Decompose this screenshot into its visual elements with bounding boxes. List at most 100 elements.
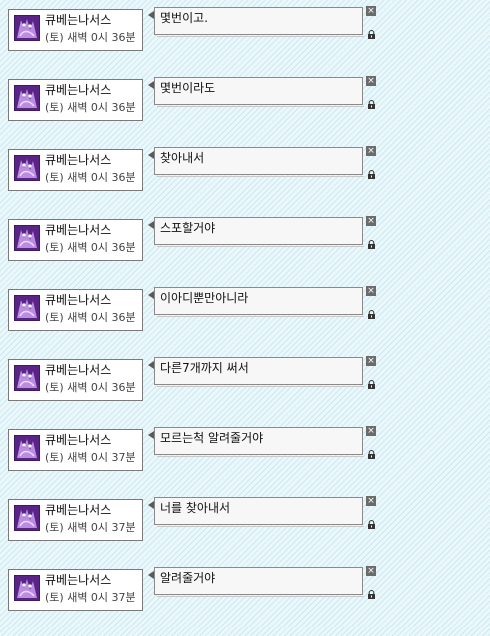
username[interactable]: 큐베는나서스 [45,503,111,517]
timestamp: (토) 새벽 0시 36분 [45,101,136,114]
message-entry: 큐베는나서스 (토) 새벽 0시 37분 알려줄거야 × [0,566,490,636]
message-entry: 큐베는나서스 (토) 새벽 0시 36분 스포할거야 × [0,216,490,286]
bubble-pointer [148,501,154,509]
bubble-pointer [148,291,154,299]
close-icon[interactable]: × [366,286,376,296]
lock-icon[interactable] [367,514,376,529]
profile-card: 큐베는나서스 (토) 새벽 0시 37분 [8,499,143,541]
bubble-shadow [157,526,364,527]
profile-card: 큐베는나서스 (토) 새벽 0시 36분 [8,219,143,261]
bubble-pointer [148,221,154,229]
bubble-shadow [157,456,364,457]
message-text: 스포할거야 [160,221,216,235]
message-entry: 큐베는나서스 (토) 새벽 0시 36분 다른7개까지 써서 × [0,356,490,426]
bubble-pointer [148,151,154,159]
message-feed: 큐베는나서스 (토) 새벽 0시 36분 몇번이고. × 큐베는나서스 (토) … [0,0,490,627]
lock-icon[interactable] [367,374,376,389]
username[interactable]: 큐베는나서스 [45,13,111,27]
profile-card: 큐베는나서스 (토) 새벽 0시 36분 [8,289,143,331]
close-icon[interactable]: × [366,426,376,436]
message-entry: 큐베는나서스 (토) 새벽 0시 36분 몇번이라도 × [0,76,490,146]
avatar-image [15,506,39,530]
bubble-pointer [148,571,154,579]
username[interactable]: 큐베는나서스 [45,433,111,447]
message-bubble: 알려줄거야 [148,567,363,595]
username[interactable]: 큐베는나서스 [45,363,111,377]
message-entry: 큐베는나서스 (토) 새벽 0시 36분 찾아내서 × [0,146,490,216]
message-text: 다른7개까지 써서 [160,361,249,375]
message-text: 모르는척 알려줄거야 [160,431,264,445]
avatar-image [15,366,39,390]
lock-icon[interactable] [367,94,376,109]
message-entry: 큐베는나서스 (토) 새벽 0시 36분 이아디뿐만아니라 × [0,286,490,356]
lock-icon[interactable] [367,444,376,459]
message-entry: 큐베는나서스 (토) 새벽 0시 37분 모르는척 알려줄거야 × [0,426,490,496]
close-icon[interactable]: × [366,76,376,86]
lock-icon[interactable] [367,164,376,179]
profile-card: 큐베는나서스 (토) 새벽 0시 36분 [8,9,143,51]
timestamp: (토) 새벽 0시 36분 [45,171,136,184]
close-icon[interactable]: × [366,216,376,226]
close-icon[interactable]: × [366,496,376,506]
profile-card: 큐베는나서스 (토) 새벽 0시 37분 [8,429,143,471]
bubble-shadow [157,386,364,387]
message-text: 이아디뿐만아니라 [160,291,249,305]
username[interactable]: 큐베는나서스 [45,293,111,307]
timestamp: (토) 새벽 0시 36분 [45,241,136,254]
timestamp: (토) 새벽 0시 36분 [45,381,136,394]
message-text: 몇번이고. [160,11,208,25]
bubble-shadow [157,176,364,177]
message-bubble: 스포할거야 [148,217,363,245]
avatar[interactable] [14,85,40,111]
bubble-pointer [148,431,154,439]
avatar[interactable] [14,365,40,391]
avatar[interactable] [14,435,40,461]
username[interactable]: 큐베는나서스 [45,83,111,97]
avatar[interactable] [14,295,40,321]
close-icon[interactable]: × [366,146,376,156]
message-bubble: 몇번이고. [148,7,363,35]
bubble-shadow [157,246,364,247]
lock-icon[interactable] [367,24,376,39]
close-icon[interactable]: × [366,356,376,366]
bubble-pointer [148,361,154,369]
timestamp: (토) 새벽 0시 37분 [45,451,136,464]
message-entry: 큐베는나서스 (토) 새벽 0시 36분 몇번이고. × [0,6,490,76]
timestamp: (토) 새벽 0시 36분 [45,31,136,44]
lock-icon[interactable] [367,584,376,599]
message-bubble: 다른7개까지 써서 [148,357,363,385]
message-text: 몇번이라도 [160,81,216,95]
avatar[interactable] [14,505,40,531]
bubble-shadow [157,596,364,597]
profile-card: 큐베는나서스 (토) 새벽 0시 36분 [8,149,143,191]
message-text: 알려줄거야 [160,571,216,585]
avatar-image [15,86,39,110]
avatar[interactable] [14,155,40,181]
avatar[interactable] [14,575,40,601]
lock-icon[interactable] [367,304,376,319]
close-icon[interactable]: × [366,566,376,576]
username[interactable]: 큐베는나서스 [45,573,111,587]
message-bubble: 몇번이라도 [148,77,363,105]
username[interactable]: 큐베는나서스 [45,153,111,167]
bubble-pointer [148,11,154,19]
message-text: 너를 찾아내서 [160,501,231,515]
message-bubble: 이아디뿐만아니라 [148,287,363,315]
avatar-image [15,576,39,600]
bubble-shadow [157,36,364,37]
timestamp: (토) 새벽 0시 36분 [45,311,136,324]
message-entry: 큐베는나서스 (토) 새벽 0시 37분 너를 찾아내서 × [0,496,490,566]
avatar[interactable] [14,15,40,41]
avatar-image [15,156,39,180]
avatar-image [15,16,39,40]
avatar-image [15,436,39,460]
avatar-image [15,296,39,320]
profile-card: 큐베는나서스 (토) 새벽 0시 36분 [8,79,143,121]
avatar[interactable] [14,225,40,251]
lock-icon[interactable] [367,234,376,249]
message-bubble: 모르는척 알려줄거야 [148,427,363,455]
bubble-pointer [148,81,154,89]
close-icon[interactable]: × [366,6,376,16]
message-bubble: 찾아내서 [148,147,363,175]
username[interactable]: 큐베는나서스 [45,223,111,237]
